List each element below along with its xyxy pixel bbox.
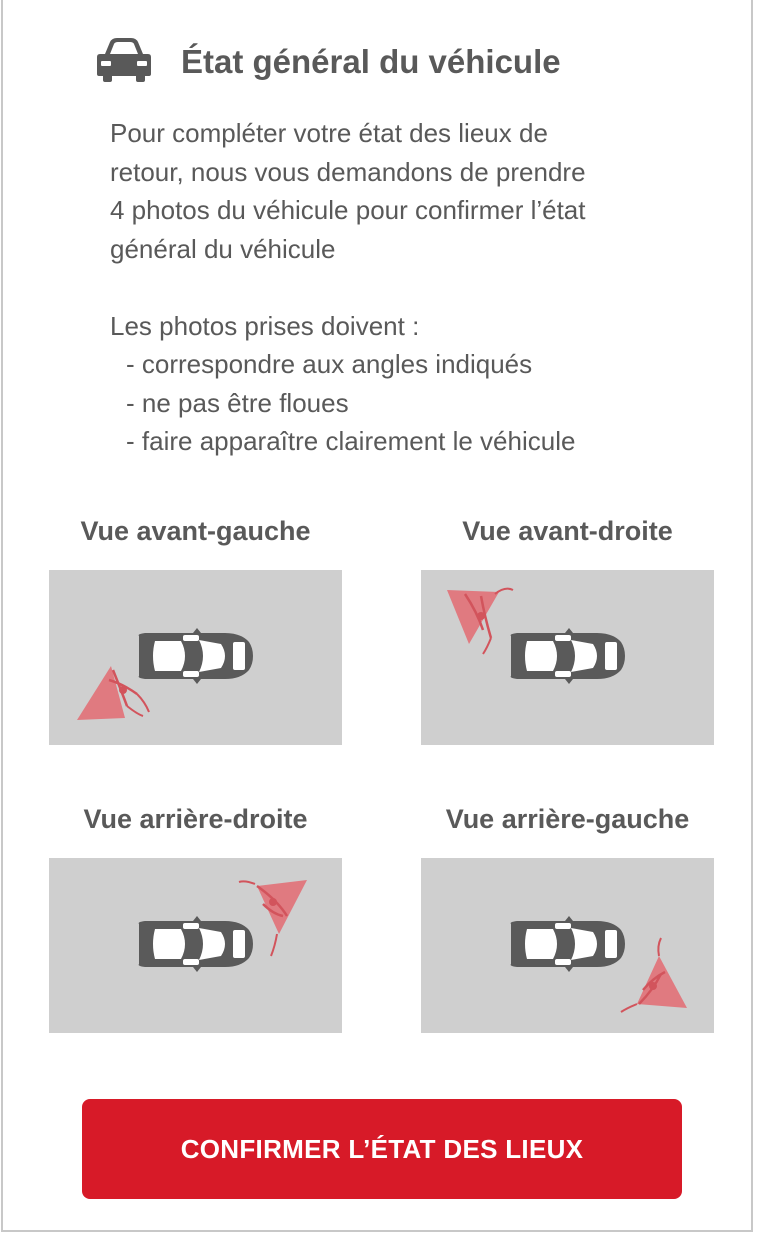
photo-slot-label: Vue avant-droite [462, 516, 673, 546]
photo-slot-label: Vue avant-gauche [80, 516, 311, 546]
camera-angle-rear-right-icon [138, 880, 307, 972]
requirements-list: correspondre aux angles indiqués ne pas … [110, 345, 710, 461]
car-icon [95, 36, 153, 87]
photo-slot-label: Vue arrière-gauche [445, 804, 690, 834]
intro-line: Pour compléter votre état des lieux de [110, 118, 548, 148]
photo-placeholder[interactable] [49, 570, 342, 745]
requirement-item: faire apparaître clairement le véhicule [126, 422, 710, 461]
photo-placeholder[interactable] [49, 858, 342, 1033]
intro-line: 4 photos du véhicule pour confirmer l’ét… [110, 195, 586, 225]
photo-placeholder[interactable] [421, 570, 714, 745]
camera-angle-rear-left-icon [510, 916, 687, 1013]
section-header: État général du véhicule [95, 36, 561, 87]
photo-slot-front-left[interactable]: Vue avant-gauche [49, 516, 342, 745]
camera-angle-front-left-icon [77, 628, 253, 720]
camera-angle-front-right-icon [447, 587, 625, 684]
page-title: État général du véhicule [181, 42, 561, 80]
photo-slot-label: Vue arrière-droite [83, 804, 308, 834]
requirement-item: correspondre aux angles indiqués [126, 345, 710, 384]
vehicle-condition-card: État général du véhicule Pour compléter … [1, 0, 753, 1232]
photo-slot-rear-left[interactable]: Vue arrière-gauche [421, 804, 714, 1033]
intro-line: général du véhicule [110, 233, 336, 264]
requirement-item: ne pas être floues [126, 384, 710, 423]
requirements-title: Les photos prises doivent : [110, 310, 420, 341]
intro-line: retour, nous vous demandons de prendre [110, 156, 586, 187]
instructions-text: Pour compléter votre état des lieux de r… [110, 114, 710, 461]
confirm-inspection-button[interactable]: CONFIRMER L’ÉTAT DES LIEUX [82, 1099, 682, 1199]
photo-slot-front-right[interactable]: Vue avant-droite [421, 516, 714, 745]
photo-placeholder[interactable] [421, 858, 714, 1033]
photo-slot-rear-right[interactable]: Vue arrière-droite [49, 804, 342, 1033]
